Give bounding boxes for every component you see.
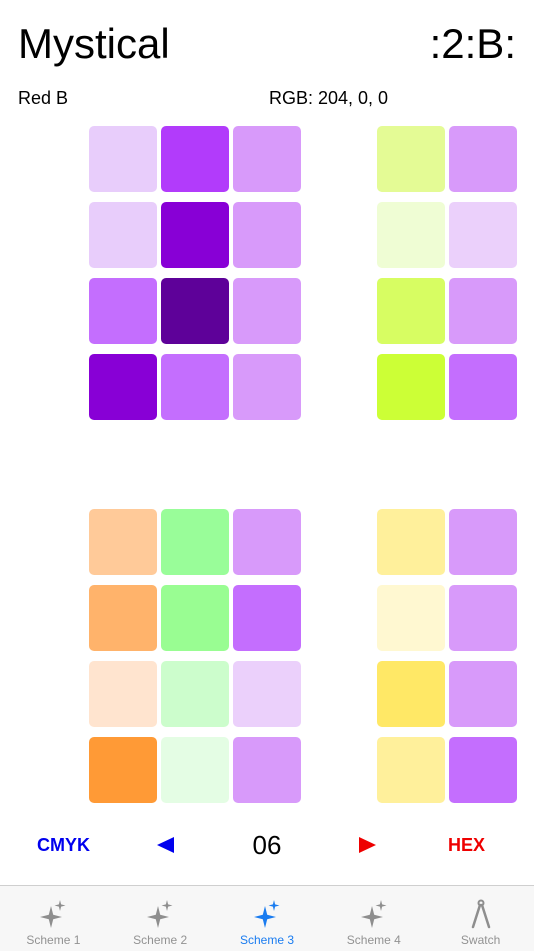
color-swatch[interactable] [161, 737, 229, 803]
color-swatch[interactable] [449, 278, 517, 344]
hex-button[interactable]: HEX [448, 834, 485, 856]
sparkles-icon [360, 900, 387, 928]
color-swatch[interactable] [449, 202, 517, 268]
color-swatch[interactable] [161, 585, 229, 651]
tab-label: Scheme 4 [346, 933, 401, 947]
sparkles-icon [147, 900, 173, 928]
page-number: 06 [252, 830, 282, 860]
color-swatch[interactable] [233, 585, 301, 651]
sparkles-icon [40, 900, 66, 928]
color-swatch[interactable] [161, 354, 229, 420]
color-swatch[interactable] [377, 278, 445, 344]
color-swatch[interactable] [233, 202, 301, 268]
tab-swatch[interactable]: Swatch [427, 886, 534, 951]
color-swatch[interactable] [449, 126, 517, 192]
color-swatch[interactable] [161, 202, 229, 268]
tab-label: Scheme 2 [133, 933, 188, 947]
color-swatch[interactable] [377, 585, 445, 651]
cmyk-button[interactable]: CMYK [37, 834, 90, 856]
tab-scheme-2[interactable]: Scheme 2 [107, 886, 214, 951]
scheme-code: :2:B: [429, 20, 516, 67]
color-swatch[interactable] [233, 354, 301, 420]
color-swatch[interactable] [377, 737, 445, 803]
color-swatch[interactable] [449, 661, 517, 727]
previous-arrow-icon[interactable] [157, 837, 174, 853]
color-swatch[interactable] [161, 509, 229, 575]
tab-scheme-3[interactable]: Scheme 3 [214, 886, 321, 951]
color-swatch[interactable] [377, 202, 445, 268]
compass-icon [471, 899, 490, 929]
swatch-grid-bottom-left [89, 509, 301, 803]
swatch-grid-top-right [377, 126, 517, 420]
tab-scheme-4[interactable]: Scheme 4 [320, 886, 427, 951]
swatch-grid-top-left [89, 126, 301, 420]
color-swatch[interactable] [89, 278, 157, 344]
page-title: Mystical [18, 20, 170, 67]
rgb-value-label: RGB: 204, 0, 0 [269, 88, 389, 108]
color-name-label: Red B [18, 88, 69, 108]
color-swatch[interactable] [161, 661, 229, 727]
tab-label: Swatch [460, 933, 501, 947]
navigation-row: CMYK 06 HEX [0, 826, 534, 866]
swatch-grid-bottom-right [377, 509, 517, 803]
color-swatch[interactable] [89, 354, 157, 420]
color-swatch[interactable] [449, 354, 517, 420]
color-swatch[interactable] [449, 509, 517, 575]
color-swatch[interactable] [89, 126, 157, 192]
color-swatch[interactable] [377, 509, 445, 575]
color-swatch[interactable] [89, 661, 157, 727]
color-swatch[interactable] [89, 202, 157, 268]
color-swatch[interactable] [233, 737, 301, 803]
color-swatch[interactable] [377, 661, 445, 727]
color-swatch[interactable] [233, 126, 301, 192]
color-swatch[interactable] [377, 354, 445, 420]
color-swatch[interactable] [233, 509, 301, 575]
color-swatch[interactable] [89, 585, 157, 651]
color-swatch[interactable] [377, 126, 445, 192]
color-swatch[interactable] [233, 278, 301, 344]
tab-bar: Scheme 1 Scheme 2 Scheme 3 Scheme 4 Swat… [0, 885, 534, 951]
color-swatch[interactable] [233, 661, 301, 727]
sparkles-icon [253, 900, 280, 928]
color-swatch[interactable] [449, 737, 517, 803]
color-swatch[interactable] [449, 585, 517, 651]
color-swatch[interactable] [89, 509, 157, 575]
color-swatch[interactable] [89, 737, 157, 803]
next-arrow-icon[interactable] [359, 837, 376, 853]
color-swatch[interactable] [161, 126, 229, 192]
tab-scheme-1[interactable]: Scheme 1 [0, 886, 107, 951]
color-swatch[interactable] [161, 278, 229, 344]
tab-label: Scheme 1 [26, 933, 81, 947]
tab-label: Scheme 3 [239, 933, 294, 947]
